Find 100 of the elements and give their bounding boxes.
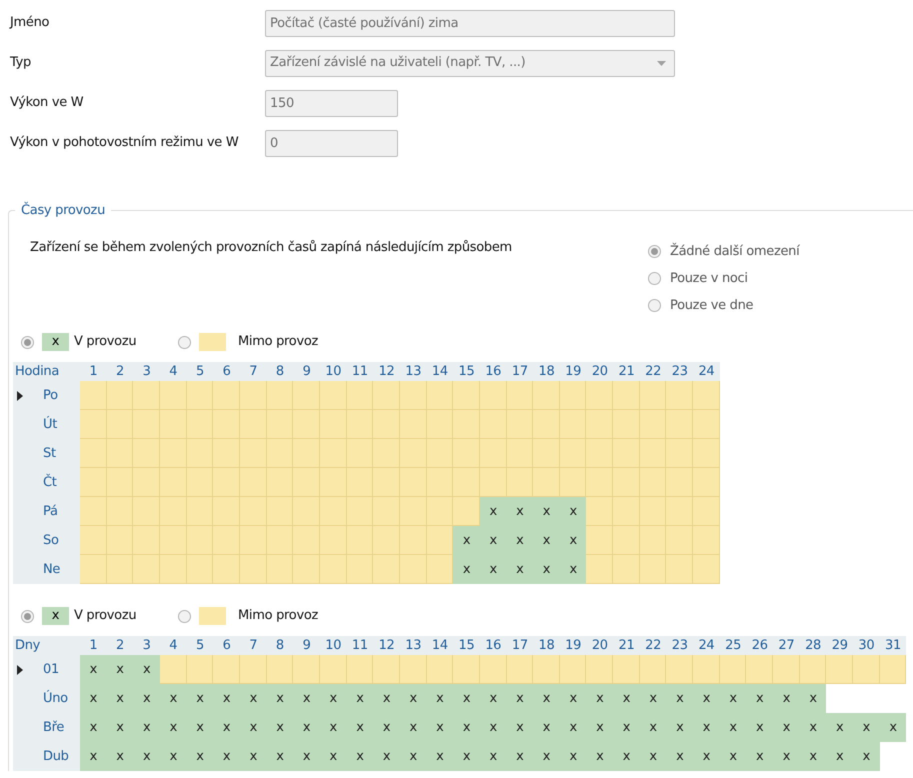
schedule-cell[interactable]: x [293,713,320,742]
schedule-cell[interactable]: x [186,684,214,713]
row-header[interactable]: Bře [13,713,80,742]
schedule-cell[interactable] [613,439,640,468]
schedule-cell[interactable]: x [240,713,267,742]
schedule-cell[interactable] [213,410,240,439]
radio-button[interactable] [648,245,661,258]
schedule-cell[interactable] [186,410,214,439]
schedule-cell[interactable] [213,555,240,584]
schedule-cell[interactable] [453,439,480,468]
schedule-cell[interactable] [346,497,374,526]
radio-button[interactable] [648,299,661,312]
schedule-cell[interactable]: x [160,742,187,771]
schedule-cell[interactable]: x [106,655,134,684]
radio-button[interactable] [648,272,661,285]
schedule-cell[interactable]: x [746,713,774,742]
schedule-cell[interactable]: x [533,497,560,526]
schedule-cell[interactable]: x [373,742,400,771]
schedule-cell[interactable] [240,497,267,526]
schedule-cell[interactable] [533,381,560,410]
schedule-cell[interactable] [453,655,480,684]
schedule-cell[interactable] [160,381,187,410]
schedule-cell[interactable]: x [480,555,506,584]
schedule-cell[interactable] [160,497,187,526]
schedule-cell[interactable]: x [213,684,240,713]
schedule-cell[interactable]: x [533,526,560,555]
schedule-cell[interactable]: x [853,742,880,771]
schedule-cell[interactable] [160,526,187,555]
schedule-cell[interactable]: x [160,684,187,713]
schedule-cell[interactable] [373,468,400,497]
row-header[interactable]: Dub [13,742,80,771]
schedule-cell[interactable]: x [693,742,720,771]
schedule-cell[interactable]: x [506,555,534,584]
schedule-cell[interactable] [293,381,320,410]
schedule-cell[interactable]: x [666,684,694,713]
schedule-cell[interactable] [346,381,374,410]
schedule-cell[interactable] [560,381,586,410]
schedule-cell[interactable] [266,526,294,555]
schedule-cell[interactable]: x [480,742,506,771]
schedule-cell[interactable] [586,439,614,468]
schedule-cell[interactable]: x [826,742,854,771]
schedule-cell[interactable]: x [773,742,800,771]
schedule-cell[interactable] [426,555,454,584]
schedule-cell[interactable]: x [666,713,694,742]
schedule-cell[interactable] [613,410,640,439]
schedule-cell[interactable] [586,381,614,410]
schedule-cell[interactable] [400,410,427,439]
schedule-cell[interactable] [320,526,347,555]
schedule-cell[interactable] [133,526,160,555]
schedule-cell[interactable]: x [133,655,160,684]
schedule-cell[interactable]: x [160,713,187,742]
schedule-cell[interactable] [613,497,640,526]
row-header[interactable]: So [13,526,80,555]
schedule-cell[interactable] [160,555,187,584]
schedule-cell[interactable]: x [480,497,506,526]
schedule-cell[interactable] [640,526,666,555]
schedule-cell[interactable] [106,381,134,410]
schedule-cell[interactable]: x [240,742,267,771]
schedule-cell[interactable]: x [480,713,506,742]
schedule-cell[interactable] [80,468,107,497]
schedule-cell[interactable]: x [720,684,746,713]
schedule-cell[interactable] [720,655,746,684]
schedule-cell[interactable]: x [426,713,454,742]
schedule-cell[interactable] [533,468,560,497]
schedule-cell[interactable] [346,439,374,468]
schedule-cell[interactable] [346,655,374,684]
schedule-cell[interactable] [560,655,586,684]
schedule-cell[interactable] [373,497,400,526]
schedule-cell[interactable]: x [533,742,560,771]
schedule-cell[interactable] [533,410,560,439]
schedule-cell[interactable] [266,555,294,584]
schedule-cell[interactable] [266,381,294,410]
schedule-cell[interactable] [400,381,427,410]
schedule-cell[interactable] [373,555,400,584]
schedule-cell[interactable] [613,655,640,684]
schedule-cell[interactable] [640,410,666,439]
schedule-cell[interactable]: x [613,742,640,771]
schedule-cell[interactable] [373,410,400,439]
schedule-cell[interactable] [666,410,694,439]
schedule-cell[interactable]: x [560,497,586,526]
schedule-cell[interactable]: x [186,713,214,742]
schedule-cell[interactable] [453,410,480,439]
schedule-cell[interactable] [320,468,347,497]
schedule-cell[interactable] [293,526,320,555]
schedule-cell[interactable] [506,439,534,468]
schedule-cell[interactable]: x [586,742,614,771]
schedule-cell[interactable] [613,468,640,497]
schedule-cell[interactable] [133,468,160,497]
schedule-cell[interactable] [560,410,586,439]
schedule-cell[interactable]: x [720,713,746,742]
row-header[interactable]: Ne [13,555,80,584]
schedule-cell[interactable] [453,381,480,410]
schedule-cell[interactable]: x [640,713,666,742]
text-field[interactable]: 0 [265,130,398,156]
schedule-cell[interactable] [666,655,694,684]
schedule-cell[interactable]: x [346,713,374,742]
schedule-cell[interactable] [266,439,294,468]
schedule-cell[interactable]: x [293,684,320,713]
schedule-cell[interactable] [240,468,267,497]
schedule-cell[interactable] [560,468,586,497]
